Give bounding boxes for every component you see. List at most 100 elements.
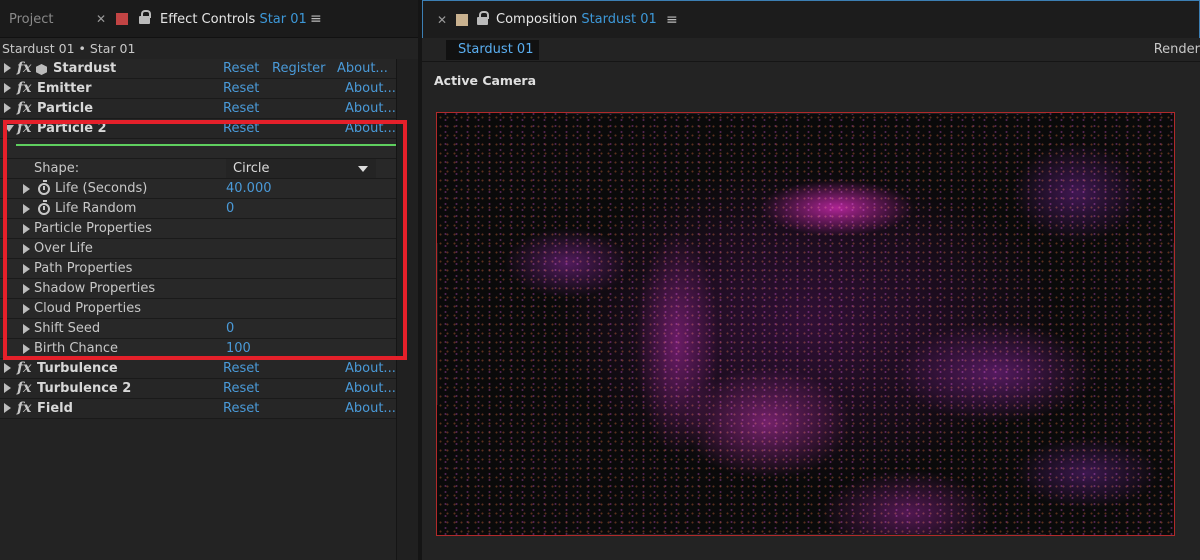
property-value[interactable]: 0	[226, 201, 234, 216]
shape-label: Shape:	[34, 161, 80, 176]
expand-triangle-icon[interactable]	[4, 403, 11, 413]
property-label: Particle Properties	[34, 221, 152, 236]
close-icon[interactable]: ✕	[437, 13, 447, 27]
property-label: Over Life	[34, 241, 93, 256]
composition-view-tab-label: Stardust 01	[458, 42, 534, 57]
shape-dropdown-value: Circle	[233, 161, 270, 176]
tab-project[interactable]: Project	[9, 12, 53, 27]
selection-indicator	[0, 139, 396, 159]
property-label: Cloud Properties	[34, 301, 141, 316]
fx-icon[interactable]: fx	[17, 400, 31, 416]
about-link[interactable]: About...	[337, 61, 388, 76]
property-label: Shift Seed	[34, 321, 101, 336]
property-row-shape: Shape: Circle	[0, 159, 396, 179]
effect-row-field[interactable]: fx Field Reset About...	[0, 399, 396, 419]
property-row-shift-seed[interactable]: Shift Seed 0	[0, 319, 396, 339]
stopwatch-icon[interactable]	[38, 200, 50, 215]
effect-row-emitter[interactable]: fx Emitter Reset About...	[0, 79, 396, 99]
property-label: Birth Chance	[34, 341, 119, 356]
panel-scrollbar[interactable]	[396, 59, 418, 560]
fx-icon[interactable]: fx	[17, 380, 31, 396]
property-row-life[interactable]: Life (Seconds) 40.000	[0, 179, 396, 199]
lock-icon[interactable]	[477, 11, 489, 25]
expand-triangle-icon[interactable]	[23, 224, 30, 234]
expand-triangle-icon[interactable]	[23, 244, 30, 254]
effect-row-particle-2[interactable]: fx Particle 2 Reset About...	[0, 119, 396, 139]
effect-name: Emitter	[37, 81, 92, 96]
property-row-life-random[interactable]: Life Random 0	[0, 199, 396, 219]
about-link[interactable]: About...	[345, 401, 396, 416]
property-value[interactable]: 100	[226, 341, 251, 356]
fx-icon[interactable]: fx	[17, 80, 31, 96]
reset-link[interactable]: Reset	[223, 401, 259, 416]
panel-menu-icon[interactable]: ≡	[666, 12, 678, 28]
expand-triangle-icon[interactable]	[23, 204, 30, 214]
reset-link[interactable]: Reset	[223, 81, 259, 96]
fx-icon[interactable]: fx	[17, 100, 31, 116]
expand-triangle-icon[interactable]	[23, 344, 30, 354]
title-safe-guide	[567, 534, 1046, 535]
expand-triangle-icon[interactable]	[23, 324, 30, 334]
stopwatch-icon[interactable]	[38, 180, 50, 195]
tab-composition[interactable]: Composition Stardust 01	[496, 12, 657, 27]
reset-link[interactable]: Reset	[223, 361, 259, 376]
shape-dropdown[interactable]: Circle	[226, 159, 376, 178]
expand-triangle-icon[interactable]	[4, 103, 11, 113]
expand-triangle-icon[interactable]	[4, 363, 11, 373]
composition-viewer[interactable]	[436, 112, 1175, 536]
composition-view-tab[interactable]: Stardust 01	[446, 40, 539, 60]
fx-icon[interactable]: fx	[17, 360, 31, 376]
effect-name: Field	[37, 401, 73, 416]
property-value[interactable]: 40.000	[226, 181, 272, 196]
close-icon[interactable]: ✕	[96, 12, 106, 26]
effect-row-turbulence[interactable]: fx Turbulence Reset About...	[0, 359, 396, 379]
composition-tab-bar: ✕ Composition Stardust 01 ≡	[422, 0, 1200, 38]
fx-icon[interactable]: fx	[17, 60, 31, 76]
lock-icon[interactable]	[139, 10, 151, 24]
expand-triangle-icon[interactable]	[23, 304, 30, 314]
reset-link[interactable]: Reset	[223, 101, 259, 116]
breadcrumb: Stardust 01 • Star 01	[2, 41, 136, 56]
effect-row-turbulence-2[interactable]: fx Turbulence 2 Reset About...	[0, 379, 396, 399]
reset-link[interactable]: Reset	[223, 381, 259, 396]
reset-link[interactable]: Reset	[223, 61, 259, 76]
expand-triangle-icon[interactable]	[23, 284, 30, 294]
collapse-triangle-icon[interactable]	[4, 125, 14, 132]
expand-triangle-icon[interactable]	[23, 264, 30, 274]
plugin-cube-icon	[36, 64, 47, 75]
tab-effect-controls[interactable]: Effect Controls Star 01	[160, 12, 307, 27]
expand-triangle-icon[interactable]	[4, 83, 11, 93]
expand-triangle-icon[interactable]	[23, 184, 30, 194]
property-group-path-properties[interactable]: Path Properties	[0, 259, 396, 279]
render-label: Render	[1153, 42, 1200, 57]
composition-subbar: Stardust 01 Render	[422, 38, 1200, 62]
effect-name: Stardust	[53, 61, 117, 76]
effect-name: Turbulence 2	[37, 381, 132, 396]
panel-menu-icon[interactable]: ≡	[310, 11, 322, 27]
composition-panel: ✕ Composition Stardust 01 ≡ Stardust 01 …	[418, 0, 1200, 560]
property-label: Path Properties	[34, 261, 133, 276]
property-group-cloud-properties[interactable]: Cloud Properties	[0, 299, 396, 319]
about-link[interactable]: About...	[345, 361, 396, 376]
effect-row-particle[interactable]: fx Particle Reset About...	[0, 99, 396, 119]
expand-triangle-icon[interactable]	[4, 63, 11, 73]
chevron-down-icon	[358, 166, 368, 172]
about-link[interactable]: About...	[345, 121, 396, 136]
fx-icon[interactable]: fx	[17, 120, 31, 136]
about-link[interactable]: About...	[345, 101, 396, 116]
expand-triangle-icon[interactable]	[4, 383, 11, 393]
property-group-over-life[interactable]: Over Life	[0, 239, 396, 259]
tab-effect-controls-layer: Star 01	[259, 12, 307, 27]
property-label: Life Random	[55, 201, 137, 216]
register-link[interactable]: Register	[272, 61, 326, 76]
property-row-birth-chance[interactable]: Birth Chance 100	[0, 339, 396, 359]
property-group-particle-properties[interactable]: Particle Properties	[0, 219, 396, 239]
about-link[interactable]: About...	[345, 81, 396, 96]
about-link[interactable]: About...	[345, 381, 396, 396]
effect-row-stardust[interactable]: fx Stardust Reset Register About...	[0, 59, 396, 79]
property-group-shadow-properties[interactable]: Shadow Properties	[0, 279, 396, 299]
property-value[interactable]: 0	[226, 321, 234, 336]
reset-link[interactable]: Reset	[223, 121, 259, 136]
effects-list: fx Stardust Reset Register About... fx E…	[0, 59, 396, 419]
property-label: Life (Seconds)	[55, 181, 148, 196]
